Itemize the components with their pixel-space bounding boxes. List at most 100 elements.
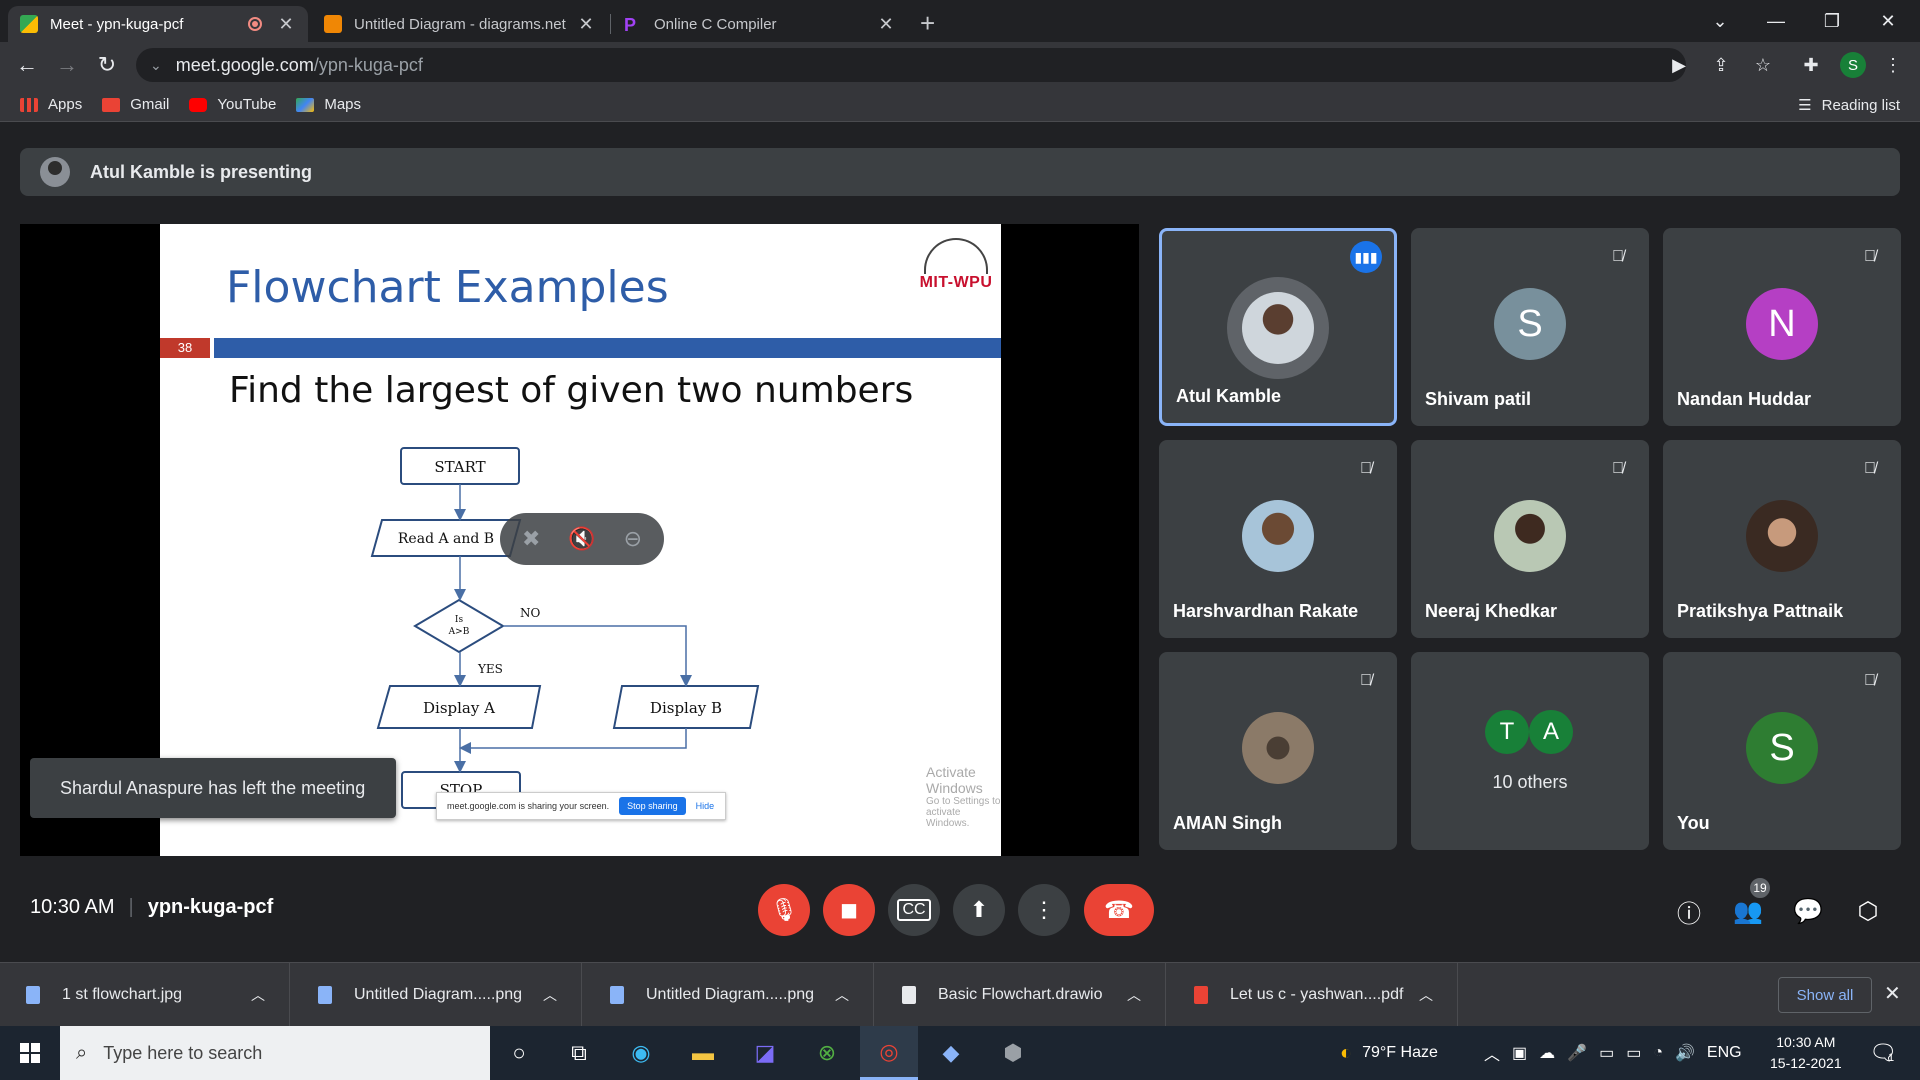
participant-tile[interactable]: 🎙̸ S Shivam patil <box>1411 228 1649 426</box>
mute-audio-icon[interactable]: 🔇 <box>568 526 595 552</box>
avatar <box>1746 500 1818 572</box>
chevron-up-icon[interactable]: ︿ <box>251 985 265 1005</box>
others-tile[interactable]: T A 10 others <box>1411 652 1649 850</box>
meet-tray-icon[interactable]: ▣ <box>1512 1043 1527 1063</box>
meeting-info-icon[interactable]: ⓘ <box>1672 894 1706 928</box>
tab-diagrams[interactable]: Untitled Diagram - diagrams.net ✕ <box>312 6 608 42</box>
profile-avatar[interactable]: S <box>1840 52 1866 78</box>
bookmark-maps[interactable]: Maps <box>296 96 361 113</box>
onedrive-cloud-icon[interactable]: ☁ <box>1539 1043 1555 1063</box>
tab-meet[interactable]: Meet - ypn-kuga-pcf ✕ <box>8 6 308 42</box>
chevron-up-icon[interactable]: ︿ <box>1419 985 1433 1005</box>
present-now-button[interactable]: ⬆ <box>953 884 1005 936</box>
decision-diamond <box>413 598 505 654</box>
chrome-icon[interactable]: ◎ <box>860 1026 918 1080</box>
bookmark-star-icon[interactable]: ☆ <box>1750 52 1776 78</box>
display-icon[interactable]: ▭ <box>1599 1043 1614 1063</box>
meet-content: Atul Kamble is presenting Flowchart Exam… <box>0 122 1920 962</box>
chat-icon[interactable]: 💬 <box>1791 894 1825 928</box>
back-arrow-icon[interactable]: ← <box>10 48 44 82</box>
stop-sharing-button[interactable]: Stop sharing <box>619 797 686 815</box>
more-vert-icon: ⋮ <box>1033 897 1055 922</box>
file-explorer-icon[interactable]: ▬ <box>674 1026 732 1080</box>
close-tab-icon[interactable]: ✕ <box>276 14 296 35</box>
participant-tile[interactable]: ▮▮▮ Atul Kamble <box>1159 228 1397 426</box>
participant-tile[interactable]: 🎙̸ Pratikshya Pattnaik <box>1663 440 1901 638</box>
participant-tile[interactable]: 🎙̸ Harshvardhan Rakate <box>1159 440 1397 638</box>
download-item[interactable]: Basic Flowchart.drawio ︿ <box>876 963 1166 1027</box>
bookmark-youtube[interactable]: YouTube <box>189 96 276 113</box>
taskbar-search-box[interactable]: ⌕ Type here to search <box>60 1026 490 1080</box>
start-button[interactable] <box>0 1026 60 1080</box>
participant-tile[interactable]: 🎙̸ AMAN Singh <box>1159 652 1397 850</box>
captions-button[interactable]: CC <box>888 884 940 936</box>
xbox-icon[interactable]: ⊗ <box>798 1026 856 1080</box>
app-icon[interactable]: ⬢ <box>984 1026 1042 1080</box>
youtube-icon <box>189 97 208 112</box>
maps-icon <box>296 97 315 112</box>
cortana-icon[interactable]: ○ <box>490 1026 548 1080</box>
tab-search-chevron-icon[interactable]: ⌄ <box>1692 0 1748 42</box>
bookmark-apps[interactable]: Apps <box>20 96 82 113</box>
extensions-puzzle-icon[interactable]: ✚ <box>1798 52 1824 78</box>
tab-online-c-compiler[interactable]: P Online C Compiler ✕ <box>612 6 908 42</box>
reload-icon[interactable]: ↻ <box>90 48 124 82</box>
avatar <box>1242 712 1314 784</box>
app-icon[interactable]: ◆ <box>922 1026 980 1080</box>
chevron-up-icon[interactable]: ︿ <box>835 985 849 1005</box>
language-indicator[interactable]: ENG <box>1707 1044 1742 1062</box>
leave-call-button[interactable]: ☎ <box>1084 884 1154 936</box>
battery-icon[interactable]: ▭ <box>1626 1043 1641 1063</box>
chevron-up-icon[interactable]: ︿ <box>543 985 557 1005</box>
download-item[interactable]: Let us c - yashwan....pdf ︿ <box>1168 963 1458 1027</box>
chevron-up-icon[interactable]: ︿ <box>1127 985 1141 1005</box>
participant-tile[interactable]: 🎙̸ N Nandan Huddar <box>1663 228 1901 426</box>
close-tab-icon[interactable]: ✕ <box>576 14 596 35</box>
clock-date[interactable]: 10:30 AM 15-12-2021 <box>1770 1032 1842 1074</box>
reading-list-button[interactable]: ☰ Reading list <box>1798 96 1900 115</box>
show-all-downloads-button[interactable]: Show all <box>1778 977 1872 1013</box>
weather-widget[interactable]: ◐ 79°F Haze <box>1340 1026 1438 1080</box>
activate-line2: Go to Settings to activate Windows. <box>926 796 1001 829</box>
show-hidden-icons-chevron-icon[interactable]: ︿ <box>1484 1041 1500 1065</box>
close-window-button[interactable]: ✕ <box>1860 0 1916 42</box>
forward-arrow-icon[interactable]: → <box>50 48 84 82</box>
new-tab-button[interactable]: + <box>920 8 935 39</box>
download-item[interactable]: Untitled Diagram.....png ︿ <box>584 963 874 1027</box>
unpin-icon[interactable]: ✖ <box>522 526 540 552</box>
restore-window-button[interactable]: ❐ <box>1804 0 1860 42</box>
download-filename: Untitled Diagram.....png <box>354 986 523 1003</box>
hide-sharing-bar-button[interactable]: Hide <box>696 801 715 811</box>
close-tab-icon[interactable]: ✕ <box>876 14 896 35</box>
activities-icon[interactable]: ⬡ <box>1851 894 1885 928</box>
chrome-menu-icon[interactable]: ⋮ <box>1880 52 1906 78</box>
download-item[interactable]: 1 st flowchart.jpg ︿ <box>0 963 290 1027</box>
participant-tile[interactable]: 🎙̸ Neeraj Khedkar <box>1411 440 1649 638</box>
more-options-button[interactable]: ⋮ <box>1018 884 1070 936</box>
display-b-label: Display B <box>650 699 722 717</box>
minimize-window-button[interactable]: — <box>1748 0 1804 42</box>
volume-icon[interactable]: 🔊 <box>1675 1043 1695 1063</box>
address-bar[interactable]: ⌄ meet.google.com/ypn-kuga-pcf <box>136 48 1686 82</box>
microphone-icon[interactable]: 🎤 <box>1567 1043 1587 1063</box>
self-tile[interactable]: 🎙̸ S You <box>1663 652 1901 850</box>
site-info-chevron-icon[interactable]: ⌄ <box>150 57 162 74</box>
participant-name: Atul Kamble <box>1176 386 1282 406</box>
close-downloads-icon[interactable]: ✕ <box>1884 981 1901 1006</box>
notification-center-button[interactable]: 🗨 1 <box>1854 1026 1912 1080</box>
download-item[interactable]: Untitled Diagram.....png ︿ <box>292 963 582 1027</box>
windows-logo-icon <box>20 1043 40 1063</box>
microphone-off-button[interactable]: 🎙 <box>758 884 810 936</box>
google-meet-icon <box>20 15 38 33</box>
bookmark-gmail[interactable]: Gmail <box>102 96 169 113</box>
tab-title: Meet - ypn-kuga-pcf <box>50 15 184 33</box>
share-icon[interactable]: ⇪ <box>1708 52 1734 78</box>
app-icon[interactable]: ◪ <box>736 1026 794 1080</box>
screen-sharing-bar: meet.google.com is sharing your screen. … <box>436 792 726 820</box>
wifi-icon[interactable]: ◔ <box>1653 1044 1663 1062</box>
camera-in-use-icon[interactable]: ▶ <box>1666 52 1692 78</box>
edge-browser-icon[interactable]: ◉ <box>612 1026 670 1080</box>
task-view-icon[interactable]: ⧉ <box>550 1026 608 1080</box>
remove-icon[interactable]: ⊖ <box>624 526 642 552</box>
camera-off-button[interactable]: ◼ <box>823 884 875 936</box>
